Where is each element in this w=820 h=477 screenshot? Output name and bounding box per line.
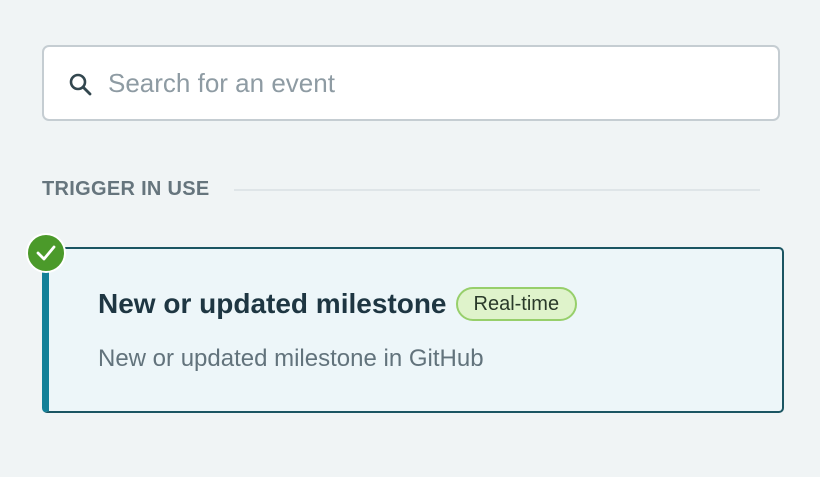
check-circle-icon	[26, 233, 66, 273]
section-header: TRIGGER IN USE	[42, 176, 760, 204]
trigger-card[interactable]: New or updated milestone Real-time New o…	[42, 247, 784, 413]
section-divider	[234, 189, 760, 191]
card-title: New or updated milestone	[98, 288, 447, 319]
realtime-badge: Real-time	[455, 287, 578, 321]
search-box[interactable]	[42, 45, 780, 121]
card-title-row: New or updated milestone Real-time	[98, 287, 578, 321]
card-description: New or updated milestone in GitHub	[98, 345, 484, 372]
search-input[interactable]	[108, 47, 748, 119]
search-icon	[68, 72, 92, 96]
section-title: TRIGGER IN USE	[42, 178, 210, 200]
